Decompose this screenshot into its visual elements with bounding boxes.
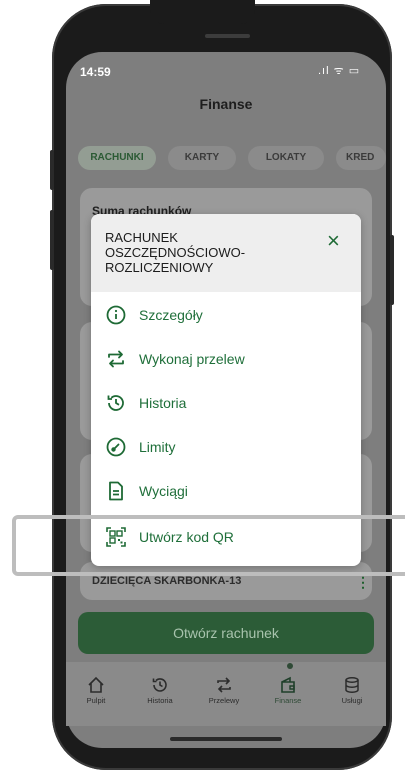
- nav-label: Historia: [147, 696, 173, 705]
- menu-item-label: Wyciągi: [139, 483, 188, 499]
- menu-item-label: Wykonaj przelew: [139, 351, 245, 367]
- transfer-icon: [217, 677, 231, 693]
- menu-item-wykonaj-przelew[interactable]: Wykonaj przelew: [91, 338, 361, 382]
- history-icon: [152, 678, 167, 692]
- tab-rachunki[interactable]: RACHUNKI: [78, 146, 156, 170]
- nav-label: Pulpit: [86, 696, 106, 705]
- gauge-icon: [106, 437, 126, 457]
- home-icon: [88, 676, 104, 693]
- account-name: DZIECIĘCA SKARBONKA-13: [92, 575, 242, 587]
- tab-kredyty[interactable]: KRED: [336, 146, 386, 170]
- close-icon[interactable]: ×: [327, 228, 340, 254]
- menu-item-label: Szczegóły: [139, 307, 203, 323]
- phone-side-button: [50, 210, 54, 270]
- nav-label: Przelewy: [208, 696, 240, 705]
- menu-item-label: Limity: [139, 439, 176, 455]
- phone-side-button: [50, 150, 54, 190]
- status-time: 14:59: [80, 65, 111, 79]
- tab-karty[interactable]: KARTY: [168, 146, 236, 170]
- modal-header: RACHUNEK OSZCZĘDNOŚCIOWO-ROZLICZENIOWY ×: [91, 214, 361, 292]
- history-icon: [107, 395, 124, 411]
- notch: [150, 0, 255, 24]
- nav-finanse[interactable]: Finanse: [258, 676, 318, 705]
- nav-historia[interactable]: Historia: [130, 676, 190, 705]
- status-icons: .ıl ᯤ ▭: [318, 65, 361, 77]
- transfer-icon: [108, 350, 124, 368]
- home-indicator[interactable]: [170, 737, 282, 741]
- tab-lokaty[interactable]: LOKATY: [248, 146, 324, 170]
- menu-item-szczegoly[interactable]: Szczegóły: [91, 294, 361, 338]
- open-account-button[interactable]: Otwórz rachunek: [78, 612, 374, 654]
- account-actions-modal: RACHUNEK OSZCZĘDNOŚCIOWO-ROZLICZENIOWY ×…: [91, 214, 361, 566]
- speaker: [205, 34, 250, 38]
- modal-title: RACHUNEK OSZCZĘDNOŚCIOWO-ROZLICZENIOWY: [105, 230, 246, 275]
- page-title: Finanse: [199, 96, 253, 112]
- database-icon: [345, 677, 359, 693]
- nav-uslugi[interactable]: Usługi: [322, 676, 382, 705]
- menu-item-limity[interactable]: Limity: [91, 426, 361, 470]
- highlight-frame: [12, 515, 405, 576]
- more-options-icon[interactable]: ⋮: [356, 574, 370, 591]
- nav-przelewy[interactable]: Przelewy: [194, 676, 254, 705]
- menu-item-wyciagi[interactable]: Wyciągi: [91, 470, 361, 514]
- menu-item-label: Historia: [139, 395, 187, 411]
- nav-label: Usługi: [341, 696, 363, 705]
- finance-icon: [281, 676, 295, 693]
- nav-pulpit[interactable]: Pulpit: [66, 676, 126, 705]
- document-icon: [109, 481, 123, 501]
- active-indicator: [287, 663, 293, 669]
- info-icon: [106, 305, 126, 325]
- phone-side-button: [390, 235, 394, 305]
- nav-label: Finanse: [274, 696, 302, 705]
- menu-item-historia[interactable]: Historia: [91, 382, 361, 426]
